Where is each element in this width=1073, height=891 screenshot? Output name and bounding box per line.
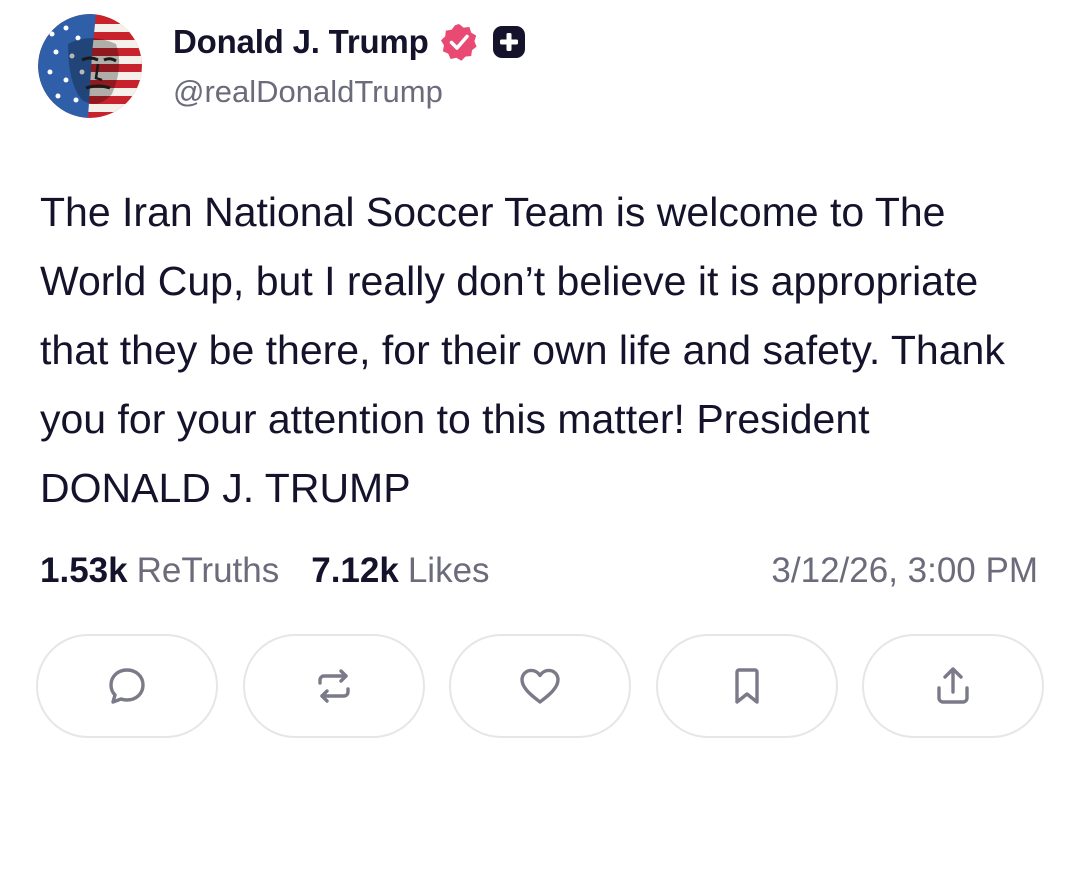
reply-button[interactable]	[36, 634, 218, 738]
like-heart-icon	[520, 668, 560, 704]
post-timestamp[interactable]: 3/12/26, 3:00 PM	[771, 551, 1038, 591]
retruth-icon	[317, 669, 350, 703]
avatar-flag-portrait-icon	[38, 14, 142, 118]
share-button[interactable]	[862, 634, 1044, 738]
post-text: The Iran National Soccer Team is welcome…	[40, 189, 1005, 511]
retruths-count: 1.53k	[40, 551, 128, 590]
bookmark-button[interactable]	[655, 634, 838, 738]
retruth-button[interactable]	[242, 634, 425, 738]
plus-square-icon	[489, 22, 529, 62]
post-actions	[36, 634, 1044, 740]
reply-icon	[109, 668, 145, 704]
likes-stat[interactable]: 7.12k Likes	[311, 551, 489, 591]
author-name-row: Donald J. Trump	[173, 20, 529, 64]
bookmark-icon	[734, 668, 759, 704]
likes-label: Likes	[407, 551, 490, 590]
post-stats: 1.53k ReTruths 7.12k Likes 3/12/26, 3:00…	[40, 546, 1038, 596]
author-avatar[interactable]	[38, 14, 142, 118]
retruths-stat[interactable]: 1.53k ReTruths	[40, 551, 279, 591]
share-icon	[937, 667, 969, 704]
verified-badge-icon	[439, 22, 479, 62]
retruths-label: ReTruths	[136, 551, 280, 590]
like-button[interactable]	[449, 634, 631, 738]
truth-post: Donald J. Trump @realDonaldTrump The Ira…	[0, 0, 1073, 891]
likes-count: 7.12k	[311, 551, 399, 590]
author-handle[interactable]: @realDonaldTrump	[173, 74, 443, 110]
author-display-name[interactable]: Donald J. Trump	[173, 23, 429, 61]
